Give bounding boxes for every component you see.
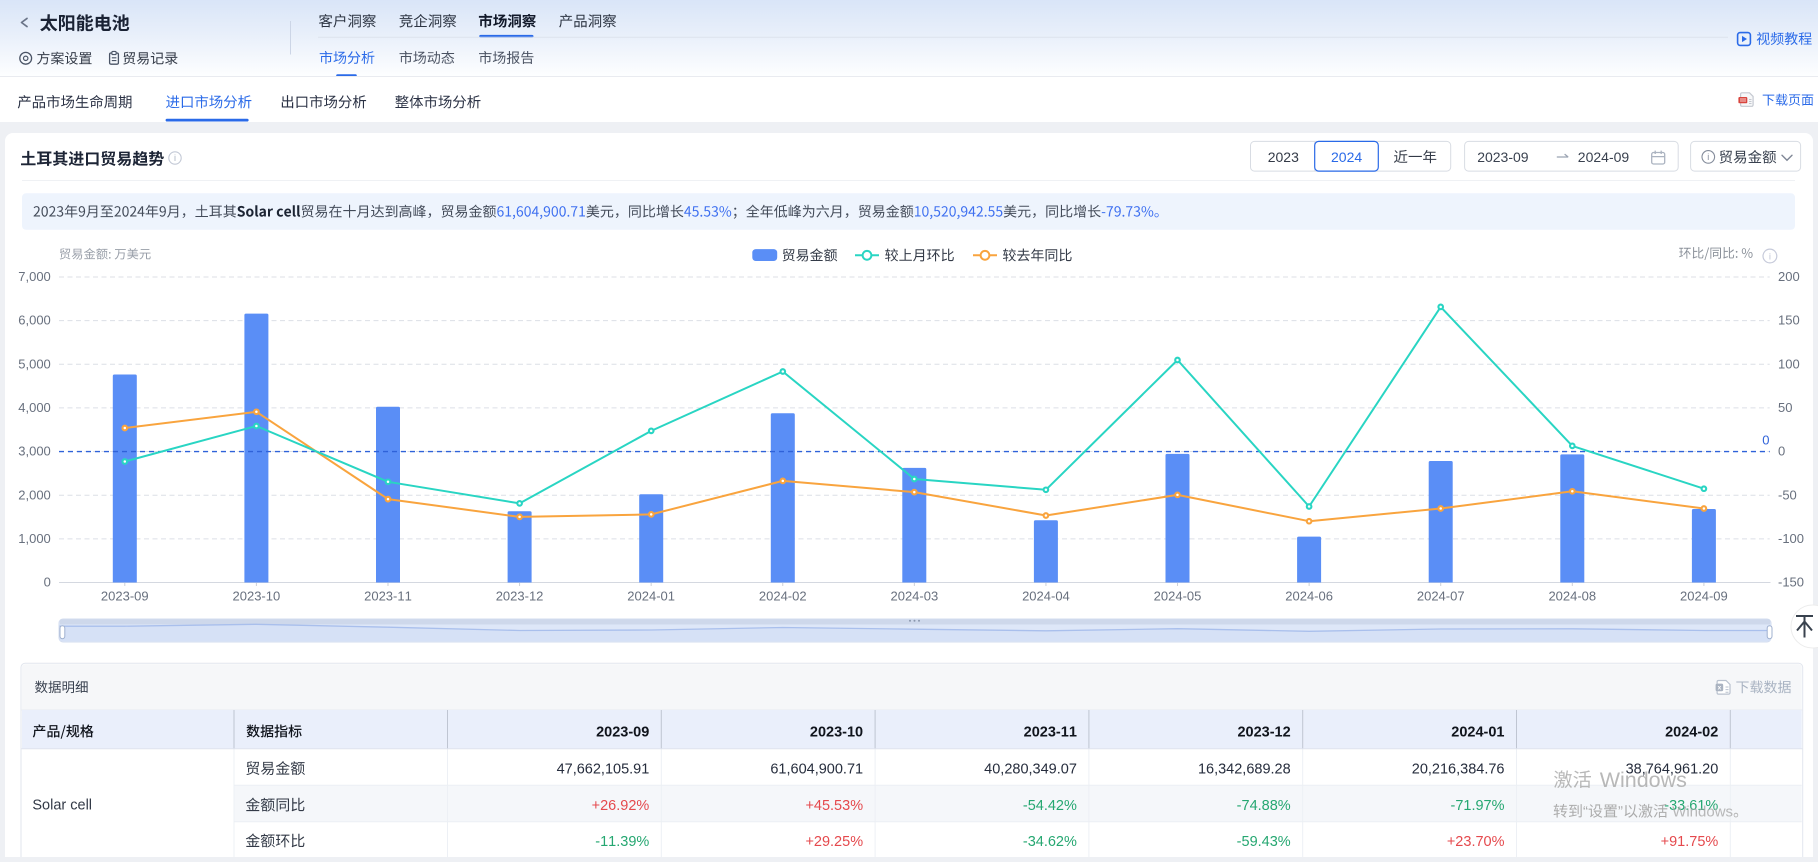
svg-text:+45.53%: +45.53% (805, 798, 863, 814)
svg-text:2023-11: 2023-11 (1024, 724, 1077, 740)
svg-text:2024-09: 2024-09 (1578, 149, 1630, 165)
svg-text:2024-02: 2024-02 (759, 589, 807, 604)
svg-text:2024-01: 2024-01 (1451, 724, 1504, 740)
svg-text:Windows: Windows (1672, 804, 1733, 821)
svg-text:Windows: Windows (1600, 768, 1687, 792)
svg-text:2023-09: 2023-09 (596, 724, 649, 740)
svg-text:+23.70%: +23.70% (1447, 834, 1505, 850)
svg-text:+91.75%: +91.75% (1661, 834, 1719, 850)
svg-text:2024-08: 2024-08 (1548, 589, 1596, 604)
svg-text:50: 50 (1778, 400, 1792, 415)
svg-text:Solar cell: Solar cell (32, 798, 92, 814)
svg-text:x: x (1718, 685, 1722, 692)
svg-text:-54.42%: -54.42% (1023, 798, 1077, 814)
svg-text:4,000: 4,000 (18, 400, 51, 415)
svg-text:2024-03: 2024-03 (890, 589, 938, 604)
svg-text:2023-09: 2023-09 (101, 589, 149, 604)
svg-text:-71.97%: -71.97% (1450, 798, 1504, 814)
svg-text:i: i (174, 153, 176, 163)
svg-text:-59.43%: -59.43% (1237, 834, 1291, 850)
svg-text:2023-09: 2023-09 (1477, 149, 1529, 165)
svg-text:+29.25%: +29.25% (805, 834, 863, 850)
svg-text:0: 0 (1778, 444, 1785, 459)
svg-text:-11.39%: -11.39% (595, 834, 649, 850)
svg-text:6,000: 6,000 (18, 313, 51, 328)
svg-text:20,216,384.76: 20,216,384.76 (1412, 761, 1505, 777)
svg-text:200: 200 (1778, 269, 1800, 284)
svg-text:2023-10: 2023-10 (233, 589, 281, 604)
svg-text:2023-12: 2023-12 (1237, 724, 1290, 740)
svg-text:2023-11: 2023-11 (364, 589, 412, 604)
svg-text:2024-06: 2024-06 (1285, 589, 1333, 604)
svg-text:2024-04: 2024-04 (1022, 589, 1070, 604)
svg-text:0: 0 (1762, 433, 1769, 448)
svg-text:1,000: 1,000 (18, 531, 51, 546)
svg-text:2024-09: 2024-09 (1680, 589, 1728, 604)
svg-text:40,280,349.07: 40,280,349.07 (984, 761, 1077, 777)
svg-text:5,000: 5,000 (18, 356, 51, 371)
svg-text:61,604,900.71: 61,604,900.71 (770, 761, 863, 777)
svg-text:-100: -100 (1778, 531, 1804, 546)
svg-text:16,342,689.28: 16,342,689.28 (1198, 761, 1291, 777)
svg-text:i: i (1707, 152, 1709, 162)
svg-text:-74.88%: -74.88% (1237, 798, 1291, 814)
svg-text:-50: -50 (1778, 487, 1797, 502)
svg-text:2,000: 2,000 (18, 487, 51, 502)
svg-text:0: 0 (44, 575, 51, 590)
svg-text:-150: -150 (1778, 575, 1804, 590)
svg-text:2023: 2023 (1268, 149, 1299, 165)
svg-text:47,662,105.91: 47,662,105.91 (557, 761, 650, 777)
svg-text:2024-02: 2024-02 (1665, 724, 1718, 740)
svg-text:2024-05: 2024-05 (1154, 589, 1202, 604)
svg-text:i: i (1769, 252, 1771, 263)
svg-text:7,000: 7,000 (18, 269, 51, 284)
svg-text:2024-07: 2024-07 (1417, 589, 1465, 604)
svg-text:100: 100 (1778, 356, 1800, 371)
svg-text:2024: 2024 (1331, 149, 1362, 165)
svg-text:2023-12: 2023-12 (496, 589, 544, 604)
svg-text:3,000: 3,000 (18, 444, 51, 459)
svg-text:-34.62%: -34.62% (1023, 834, 1077, 850)
svg-text:150: 150 (1778, 313, 1800, 328)
svg-text:2023-10: 2023-10 (810, 724, 863, 740)
svg-text:2024-01: 2024-01 (627, 589, 675, 604)
svg-text:+26.92%: +26.92% (592, 798, 650, 814)
